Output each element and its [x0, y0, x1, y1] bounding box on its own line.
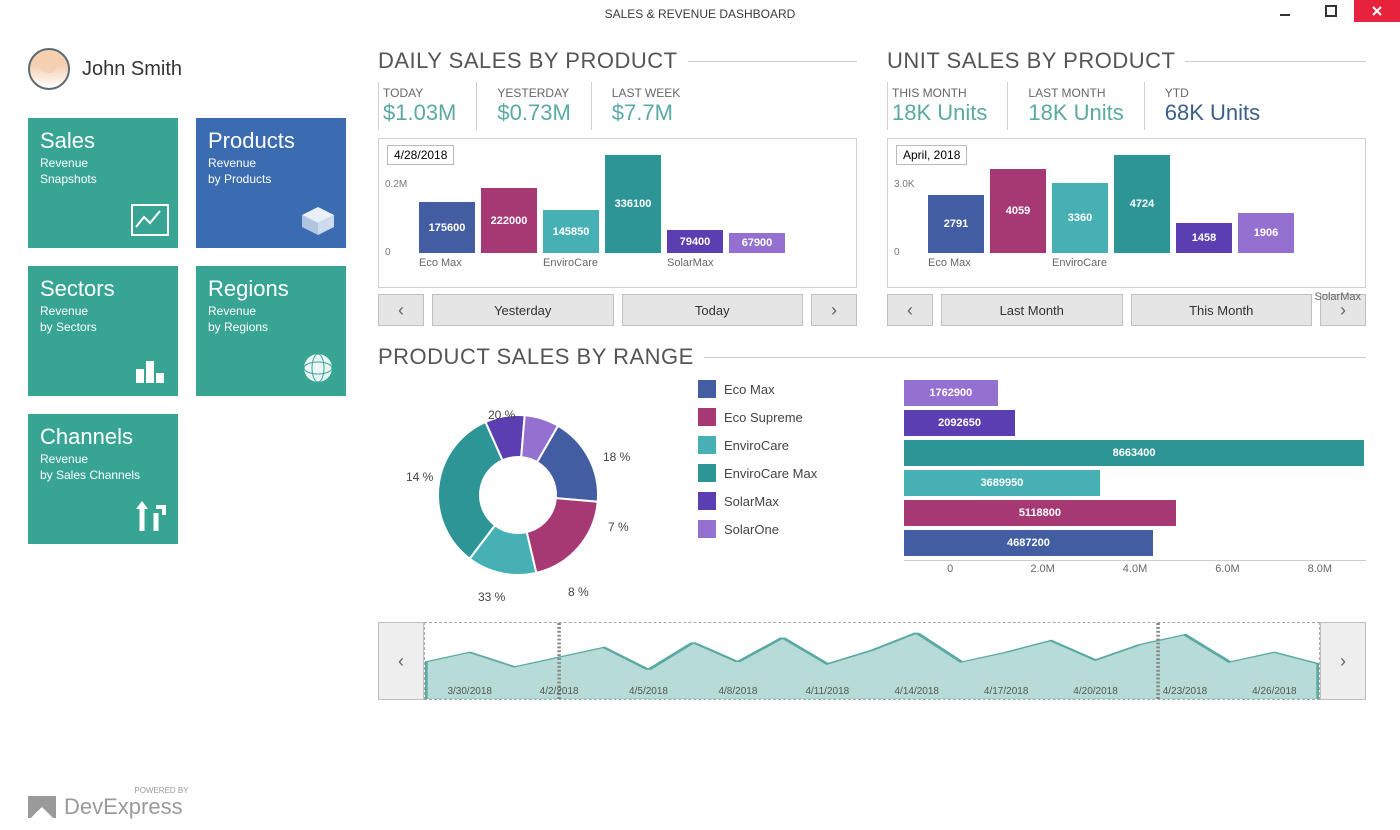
daily-title: DAILY SALES BY PRODUCT	[378, 48, 678, 74]
tile-products[interactable]: ProductsRevenueby Products	[196, 118, 346, 248]
kpi-last-month: LAST MONTH18K Units	[1007, 82, 1143, 130]
arrows-icon	[130, 499, 170, 538]
tile-channels[interactable]: ChannelsRevenueby Sales Channels	[28, 414, 178, 544]
hbar: 1762900	[888, 380, 1366, 406]
tile-sectors[interactable]: SectorsRevenueby Sectors	[28, 266, 178, 396]
bar-0: 2791Eco Max	[928, 195, 984, 253]
timeline: ‹ 3/30/20184/2/20184/5/20184/8/20184/11/…	[378, 622, 1366, 700]
hbar: 8663400	[888, 440, 1366, 466]
horizontal-bars-chart: 1762900 2092650 8663400 3689950 5118800 46872…	[888, 380, 1366, 575]
unit-prev-arrow[interactable]: ‹	[887, 294, 933, 326]
tile-sales[interactable]: SalesRevenueSnapshots	[28, 118, 178, 248]
bar-3: 4724	[1114, 155, 1170, 253]
unit-title: UNIT SALES BY PRODUCT	[887, 48, 1175, 74]
donut-label: 20 %	[488, 408, 515, 422]
bar-2: 145850EnviroCare	[543, 210, 599, 253]
minimize-button[interactable]	[1262, 0, 1308, 22]
bar-5: 67900	[729, 233, 785, 253]
bar-1: 222000	[481, 188, 537, 253]
bar-2: 3360EnviroCare	[1052, 183, 1108, 253]
box-icon	[298, 203, 338, 242]
daily-yesterday-button[interactable]: Yesterday	[432, 294, 614, 326]
daily-next-arrow[interactable]: ›	[811, 294, 857, 326]
legend: Eco Max Eco Supreme EnviroCare EnviroCare M…	[698, 380, 848, 548]
bar-1: 4059	[990, 169, 1046, 253]
y-tick: 3.0K	[894, 179, 915, 190]
footer-brand: POWERED BY DevExpress	[28, 794, 183, 820]
bar-3: 336100	[605, 155, 661, 253]
unit-lastmonth-button[interactable]: Last Month	[941, 294, 1123, 326]
timeline-next-arrow[interactable]: ›	[1320, 622, 1366, 700]
maximize-button[interactable]	[1308, 0, 1354, 22]
hbar: 2092650	[888, 410, 1366, 436]
daily-sales-panel: DAILY SALES BY PRODUCT TODAY$1.03MYESTER…	[378, 48, 857, 326]
legend-item: Eco Max	[698, 380, 848, 398]
user-row: John Smith	[28, 48, 348, 90]
daily-today-button[interactable]: Today	[622, 294, 804, 326]
close-button[interactable]	[1354, 0, 1400, 22]
hbar: 4687200	[888, 530, 1366, 556]
hbar: 5118800	[888, 500, 1366, 526]
bar-0: 175600Eco Max	[419, 202, 475, 253]
sidebar: John Smith SalesRevenueSnapshotsProducts…	[28, 48, 348, 700]
legend-item: EnviroCare Max	[698, 464, 848, 482]
legend-item: SolarOne	[698, 520, 848, 538]
bar-4: 79400SolarMax	[667, 230, 723, 253]
kpi-ytd: YTD68K Units	[1144, 82, 1280, 130]
kpi-yesterday: YESTERDAY$0.73M	[476, 82, 590, 130]
hbar: 3689950	[888, 470, 1366, 496]
legend-item: EnviroCare	[698, 436, 848, 454]
daily-chart: 4/28/2018 0.2M 0 175600Eco Max2220001458…	[378, 138, 857, 288]
donut-label: 33 %	[478, 590, 505, 604]
user-name: John Smith	[82, 58, 182, 81]
y-tick-zero: 0	[385, 247, 391, 258]
avatar	[28, 48, 70, 90]
unit-chart: April, 2018 3.0K 0 2791Eco Max40593360En…	[887, 138, 1366, 288]
bar-4: 1458	[1176, 223, 1232, 253]
y-tick-zero: 0	[894, 247, 900, 258]
unit-sales-panel: UNIT SALES BY PRODUCT THIS MONTH18K Unit…	[887, 48, 1366, 326]
main-content: DAILY SALES BY PRODUCT TODAY$1.03MYESTER…	[378, 48, 1366, 700]
chart-line-icon	[130, 203, 170, 242]
timeline-chart[interactable]: 3/30/20184/2/20184/5/20184/8/20184/11/20…	[424, 622, 1320, 700]
timeline-prev-arrow[interactable]: ‹	[378, 622, 424, 700]
globe-icon	[298, 351, 338, 390]
y-tick: 0.2M	[385, 179, 407, 190]
kpi-today: TODAY$1.03M	[378, 82, 476, 130]
legend-item: SolarMax	[698, 492, 848, 510]
donut-label: 8 %	[568, 585, 589, 599]
donut-label: 14 %	[406, 470, 433, 484]
kpi-this-month: THIS MONTH18K Units	[887, 82, 1007, 130]
donut-chart: 18 %20 %14 %33 %8 %7 %	[378, 380, 658, 600]
bars-icon	[130, 351, 170, 390]
title-bar: SALES & REVENUE DASHBOARD	[0, 0, 1400, 28]
window-title: SALES & REVENUE DASHBOARD	[605, 7, 796, 21]
tile-regions[interactable]: RegionsRevenueby Regions	[196, 266, 346, 396]
range-title: PRODUCT SALES BY RANGE	[378, 344, 694, 370]
kpi-last-week: LAST WEEK$7.7M	[591, 82, 700, 130]
bar-5: 1906	[1238, 213, 1294, 253]
devexpress-logo-icon	[28, 796, 56, 818]
daily-prev-arrow[interactable]: ‹	[378, 294, 424, 326]
unit-thismonth-button[interactable]: This Month	[1131, 294, 1313, 326]
donut-label: 7 %	[608, 520, 629, 534]
legend-item: Eco Supreme	[698, 408, 848, 426]
donut-label: 18 %	[603, 450, 630, 464]
